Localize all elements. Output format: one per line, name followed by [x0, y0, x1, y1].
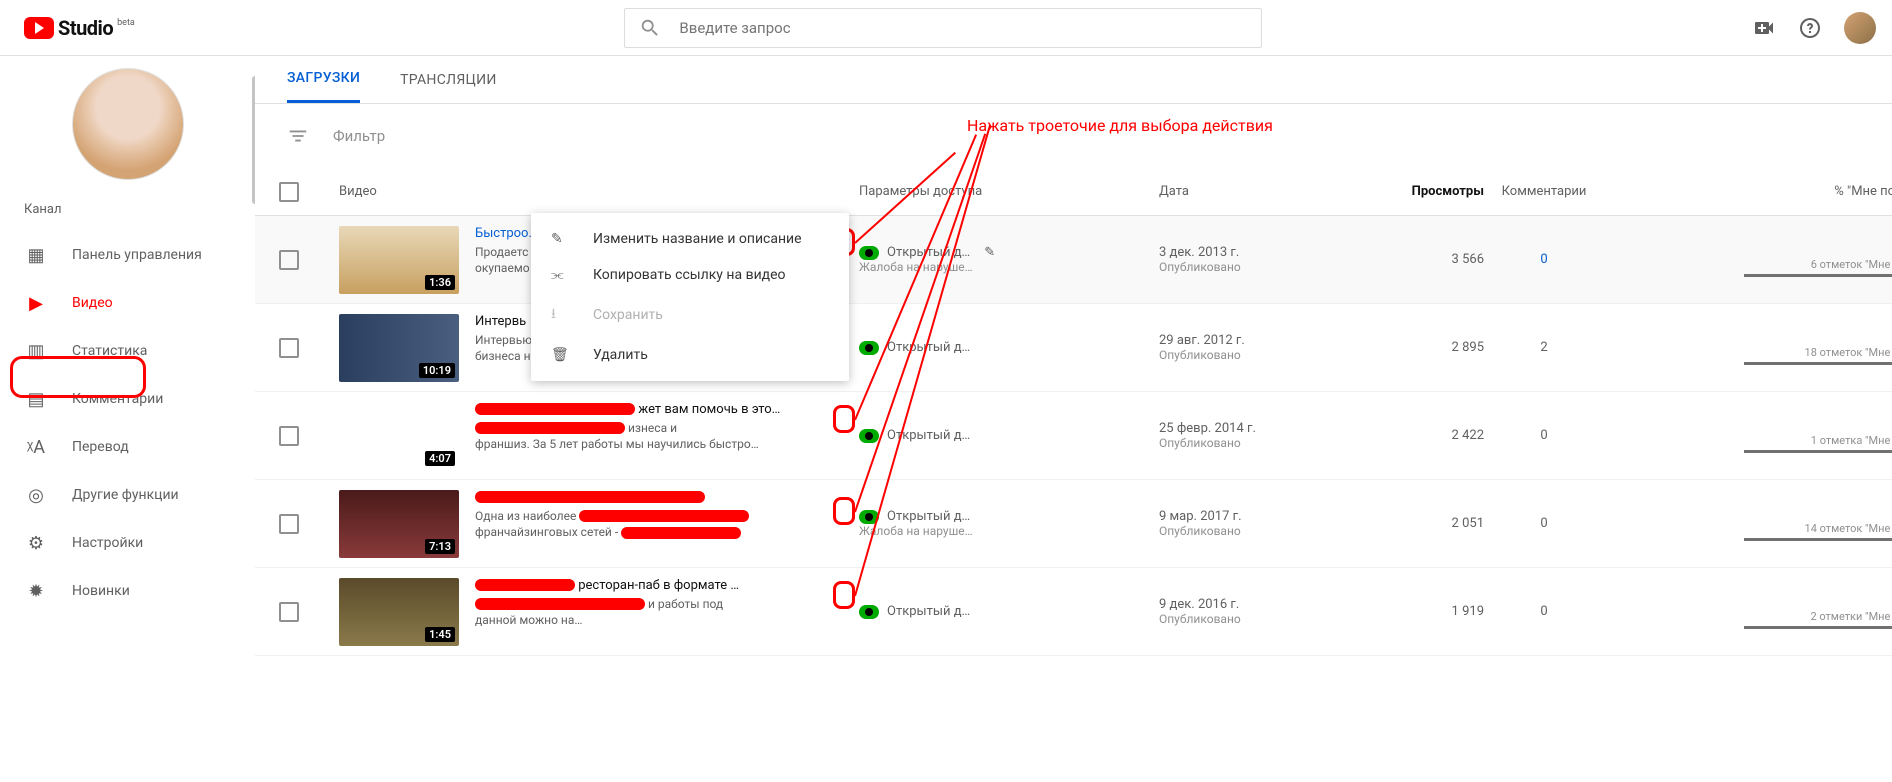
- row-checkbox[interactable]: [279, 602, 299, 622]
- row-checkbox[interactable]: [279, 514, 299, 534]
- pencil-icon: ✎: [551, 231, 573, 247]
- video-thumbnail[interactable]: 4:07: [339, 402, 459, 470]
- channel-avatar[interactable]: [72, 68, 184, 180]
- user-avatar[interactable]: [1844, 12, 1876, 44]
- visibility-sub: Жалоба на наруше…: [859, 260, 1159, 274]
- analytics-icon: ▥: [24, 341, 48, 362]
- table-header: Видео Параметры доступа Дата Просмотры К…: [255, 168, 1892, 216]
- gear-icon: ⚙: [24, 533, 48, 554]
- col-views[interactable]: Просмотры: [1324, 184, 1484, 199]
- select-all-checkbox[interactable]: [279, 182, 299, 202]
- news-icon: ✹: [24, 581, 48, 602]
- menu-save: ⭳Сохранить: [531, 293, 849, 337]
- video-thumbnail[interactable]: 1:36: [339, 226, 459, 294]
- sidebar-item-analytics[interactable]: ▥Статистика: [0, 327, 255, 375]
- visibility-icon: [859, 341, 879, 355]
- table-row[interactable]: 1:36 Быстроо… Продаетсокупаемо Открытый …: [255, 216, 1892, 304]
- row-checkbox[interactable]: [279, 338, 299, 358]
- share-icon: ⫘: [551, 267, 573, 283]
- visibility-icon: [859, 246, 879, 260]
- upload-video-icon[interactable]: [1752, 16, 1776, 40]
- annotation-text: Нажать троеточие для выбора действия: [967, 116, 1273, 135]
- table-row[interactable]: 10:19 Интервь Интервьюбизнеса н Открытый…: [255, 304, 1892, 392]
- sidebar-item-dashboard[interactable]: ▦Панель управления: [0, 231, 255, 279]
- tab-live[interactable]: ТРАНСЛЯЦИИ: [400, 56, 497, 103]
- video-title[interactable]: [475, 490, 859, 505]
- annotation-target-box: [833, 581, 855, 609]
- tab-uploads[interactable]: ЗАГРУЗКИ: [287, 56, 360, 103]
- col-likes: % "Мне понравилось": [1744, 184, 1892, 199]
- row-checkbox[interactable]: [279, 426, 299, 446]
- main-content: ЗАГРУЗКИ ТРАНСЛЯЦИИ Фильтр Видео Парамет…: [255, 56, 1892, 782]
- sidebar-item-settings[interactable]: ⚙Настройки: [0, 519, 255, 567]
- brand-text: Studio: [58, 16, 113, 40]
- edit-icon[interactable]: ✎: [984, 245, 995, 260]
- video-title[interactable]: жет вам помочь в это…: [475, 402, 859, 417]
- col-video: Видео: [339, 184, 859, 199]
- video-thumbnail[interactable]: 1:45: [339, 578, 459, 646]
- menu-delete[interactable]: 🗑Удалить: [531, 337, 849, 373]
- annotation-target-box: [833, 497, 855, 525]
- video-date: 3 дек. 2013 г.: [1159, 245, 1324, 260]
- app-header: Studio beta: [0, 0, 1892, 56]
- download-icon: ⭳: [551, 303, 573, 327]
- menu-edit-title[interactable]: ✎Изменить название и описание: [531, 221, 849, 257]
- brand-beta: beta: [117, 18, 135, 28]
- visibility-icon: [859, 605, 879, 619]
- filter-label: Фильтр: [333, 127, 385, 145]
- dashboard-icon: ▦: [24, 245, 48, 266]
- comments-icon: ▤: [24, 389, 48, 410]
- translate-icon: ᵡA: [24, 437, 48, 458]
- video-thumbnail[interactable]: 7:13: [339, 490, 459, 558]
- sidebar: Канал ▦Панель управления ▶Видео ▥Статист…: [0, 56, 255, 782]
- other-icon: ◎: [24, 485, 48, 506]
- row-checkbox[interactable]: [279, 250, 299, 270]
- search-bar[interactable]: [624, 8, 1262, 48]
- video-icon: ▶: [24, 293, 48, 314]
- search-icon: [639, 17, 661, 39]
- like-percent: 85,7 %: [1744, 243, 1892, 258]
- context-menu: ✎Изменить название и описание ⫘Копироват…: [531, 213, 849, 381]
- filter-icon[interactable]: [287, 125, 309, 147]
- menu-copy-link[interactable]: ⫘Копировать ссылку на видео: [531, 257, 849, 293]
- tabs: ЗАГРУЗКИ ТРАНСЛЯЦИИ: [255, 56, 1892, 104]
- trash-icon: 🗑: [551, 347, 573, 363]
- logo[interactable]: Studio beta: [24, 16, 135, 40]
- sidebar-item-videos[interactable]: ▶Видео: [0, 279, 255, 327]
- help-icon[interactable]: [1798, 16, 1822, 40]
- sidebar-item-news[interactable]: ✹Новинки: [0, 567, 255, 615]
- sidebar-section-label: Канал: [0, 202, 255, 231]
- annotation-target-box: [833, 405, 855, 433]
- video-thumbnail[interactable]: 10:19: [339, 314, 459, 382]
- video-comments[interactable]: 0: [1484, 252, 1604, 267]
- video-title[interactable]: ресторан-паб в формате …: [475, 578, 859, 593]
- col-date: Дата: [1159, 184, 1324, 199]
- visibility-icon: [859, 429, 879, 443]
- youtube-icon: [24, 17, 54, 39]
- table-row[interactable]: 1:45 ресторан-паб в формате … и работы п…: [255, 568, 1892, 656]
- sidebar-item-comments[interactable]: ▤Комментарии: [0, 375, 255, 423]
- table-row[interactable]: 7:13 Одна из наиболее франчайзинговых се…: [255, 480, 1892, 568]
- sidebar-item-other[interactable]: ◎Другие функции: [0, 471, 255, 519]
- col-comments: Комментарии: [1484, 184, 1604, 199]
- sidebar-item-translations[interactable]: ᵡAПеревод: [0, 423, 255, 471]
- table-row[interactable]: 4:07 жет вам помочь в это… изнеса ифранш…: [255, 392, 1892, 480]
- video-views: 3 566: [1324, 252, 1484, 267]
- search-input[interactable]: [679, 19, 1247, 37]
